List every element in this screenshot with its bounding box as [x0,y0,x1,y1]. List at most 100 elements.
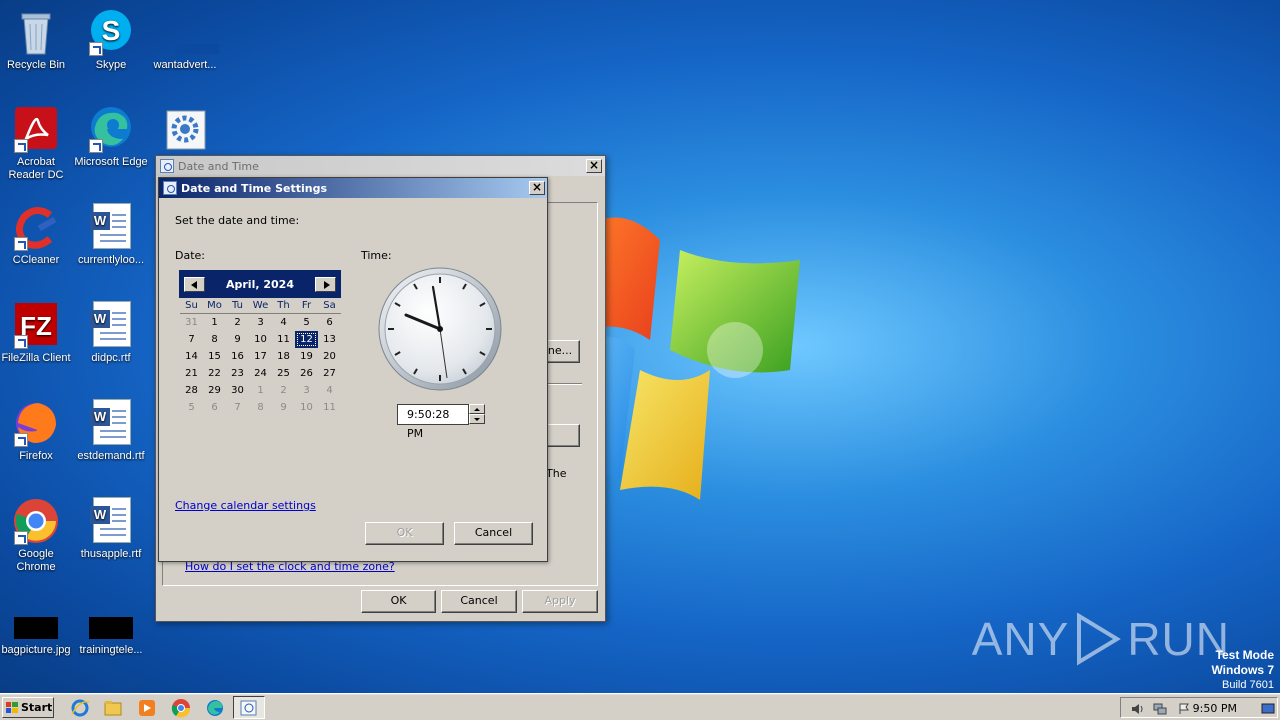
calendar-day[interactable]: 11 [272,331,295,348]
desktop-icon-ccleaner[interactable]: CCleaner [0,203,74,267]
calendar-day[interactable]: 17 [249,348,272,365]
calendar-day[interactable]: 10 [295,399,318,416]
window-titlebar[interactable]: Date and Time [156,156,605,176]
calendar-day[interactable]: 2 [272,382,295,399]
cancel-button[interactable]: Cancel [441,590,517,613]
dialog-title: Date and Time Settings [181,181,328,195]
calendar-day[interactable]: 15 [203,348,226,365]
desktop-icon-skype[interactable]: S Skype [73,8,149,72]
calendar-day[interactable]: 11 [318,399,341,416]
calendar-day[interactable]: 23 [226,365,249,382]
gear-icon [161,105,209,153]
calendar-day[interactable]: 28 [180,382,203,399]
calendar-day[interactable]: 21 [180,365,203,382]
calendar-weekday: Tu [226,298,249,314]
desktop-icon-firefox[interactable]: Firefox [0,399,74,463]
calendar-day[interactable]: 30 [226,382,249,399]
calendar-day[interactable]: 6 [318,314,341,331]
spin-up-icon[interactable] [469,404,485,414]
time-label: Time: [361,249,392,262]
apply-button[interactable]: Apply [522,590,598,613]
calendar-day[interactable]: 16 [226,348,249,365]
desktop-icon-recycle-bin[interactable]: Recycle Bin [0,8,74,72]
desktop-icon-bagpicture[interactable]: bagpicture.jpg [0,603,74,657]
calendar-day[interactable]: 24 [249,365,272,382]
dialog-ok-button[interactable]: OK [365,522,444,545]
calendar-day[interactable]: 1 [203,314,226,331]
calendar-day[interactable]: 4 [318,382,341,399]
spin-down-icon[interactable] [469,414,485,424]
shortcut-arrow-icon [14,433,28,447]
time-spinner[interactable] [469,404,485,425]
calendar-weekday: Th [272,298,295,314]
calendar-day[interactable]: 14 [180,348,203,365]
shortcut-arrow-icon [14,531,28,545]
desktop-icon-wantadvert[interactable]: wantadvert... [147,8,223,72]
calendar-day[interactable]: 7 [226,399,249,416]
dialog-close-button[interactable]: × [529,181,545,195]
image-file-icon [12,603,60,641]
next-month-button[interactable] [314,276,336,292]
calendar-day[interactable]: 27 [318,365,341,382]
desktop-icon-currentlyloo[interactable]: W currentlyloo... [73,203,149,267]
calendar-day[interactable]: 20 [318,348,341,365]
word-document-icon: W [87,399,135,447]
calendar-day[interactable]: 29 [203,382,226,399]
desktop-icon-didpc[interactable]: W didpc.rtf [73,301,149,365]
calendar-day[interactable]: 7 [180,331,203,348]
desktop-icon-settings-file[interactable] [147,105,223,156]
shortcut-arrow-icon [14,139,28,153]
calendar-day[interactable]: 3 [249,314,272,331]
calendar-day[interactable]: 9 [272,399,295,416]
calendar-day[interactable]: 18 [272,348,295,365]
change-calendar-settings-link[interactable]: Change calendar settings [175,499,316,512]
calendar-day[interactable]: 12 [295,331,318,348]
tray-clock[interactable]: 9:50 PM [1193,702,1237,715]
desktop-icon-filezilla[interactable]: FZ FileZilla Client [0,301,74,365]
desktop-icon-acrobat[interactable]: Acrobat Reader DC [0,105,74,182]
file-explorer-icon[interactable] [103,698,123,718]
calendar-day[interactable]: 10 [249,331,272,348]
calendar-day[interactable]: 9 [226,331,249,348]
network-icon[interactable] [1153,703,1167,715]
calendar-day[interactable]: 31 [180,314,203,331]
calendar-day[interactable]: 19 [295,348,318,365]
calendar-day[interactable]: 22 [203,365,226,382]
calendar-day[interactable]: 5 [180,399,203,416]
dialog-titlebar[interactable]: Date and Time Settings [159,178,547,198]
desktop-icon-edge[interactable]: Microsoft Edge [73,105,149,169]
calendar-day[interactable]: 6 [203,399,226,416]
analog-clock [378,267,502,391]
desktop-icon-trainingtele[interactable]: trainingtele... [73,603,149,657]
calendar-month-year[interactable]: April, 2024 [226,278,294,291]
calendar-day[interactable]: 25 [272,365,295,382]
dialog-cancel-button[interactable]: Cancel [454,522,533,545]
calendar-day[interactable]: 4 [272,314,295,331]
show-desktop-icon[interactable] [1261,703,1275,715]
edge-icon[interactable] [205,698,225,718]
time-input[interactable]: 9:50:28 PM [397,404,469,440]
calendar-day[interactable]: 1 [249,382,272,399]
taskbar-date-time-window[interactable] [233,696,265,719]
ok-button[interactable]: OK [361,590,436,613]
calendar-day[interactable]: 5 [295,314,318,331]
media-player-icon[interactable] [137,698,157,718]
desktop-icon-thusapple[interactable]: W thusapple.rtf [73,497,149,561]
action-center-flag-icon[interactable] [1177,703,1191,715]
calendar-day[interactable]: 8 [203,331,226,348]
calendar-day[interactable]: 3 [295,382,318,399]
calendar-day[interactable]: 2 [226,314,249,331]
shortcut-arrow-icon [89,42,103,56]
close-button[interactable]: × [586,159,602,173]
previous-month-button[interactable] [184,276,205,292]
calendar-day[interactable]: 26 [295,365,318,382]
internet-explorer-icon[interactable] [70,698,90,718]
calendar-day[interactable]: 8 [249,399,272,416]
chrome-icon[interactable] [171,698,191,718]
calendar[interactable]: April, 2024 Su Mo Tu We Th Fr Sa 31 1 2 3 4 5 6 7 8 9 10 1… [179,270,341,420]
desktop-icon-estdemand[interactable]: W estdemand.rtf [73,399,149,463]
desktop-icon-chrome[interactable]: Google Chrome [0,497,74,574]
start-button[interactable]: Start [2,697,54,718]
calendar-day[interactable]: 13 [318,331,341,348]
volume-icon[interactable] [1131,703,1145,715]
